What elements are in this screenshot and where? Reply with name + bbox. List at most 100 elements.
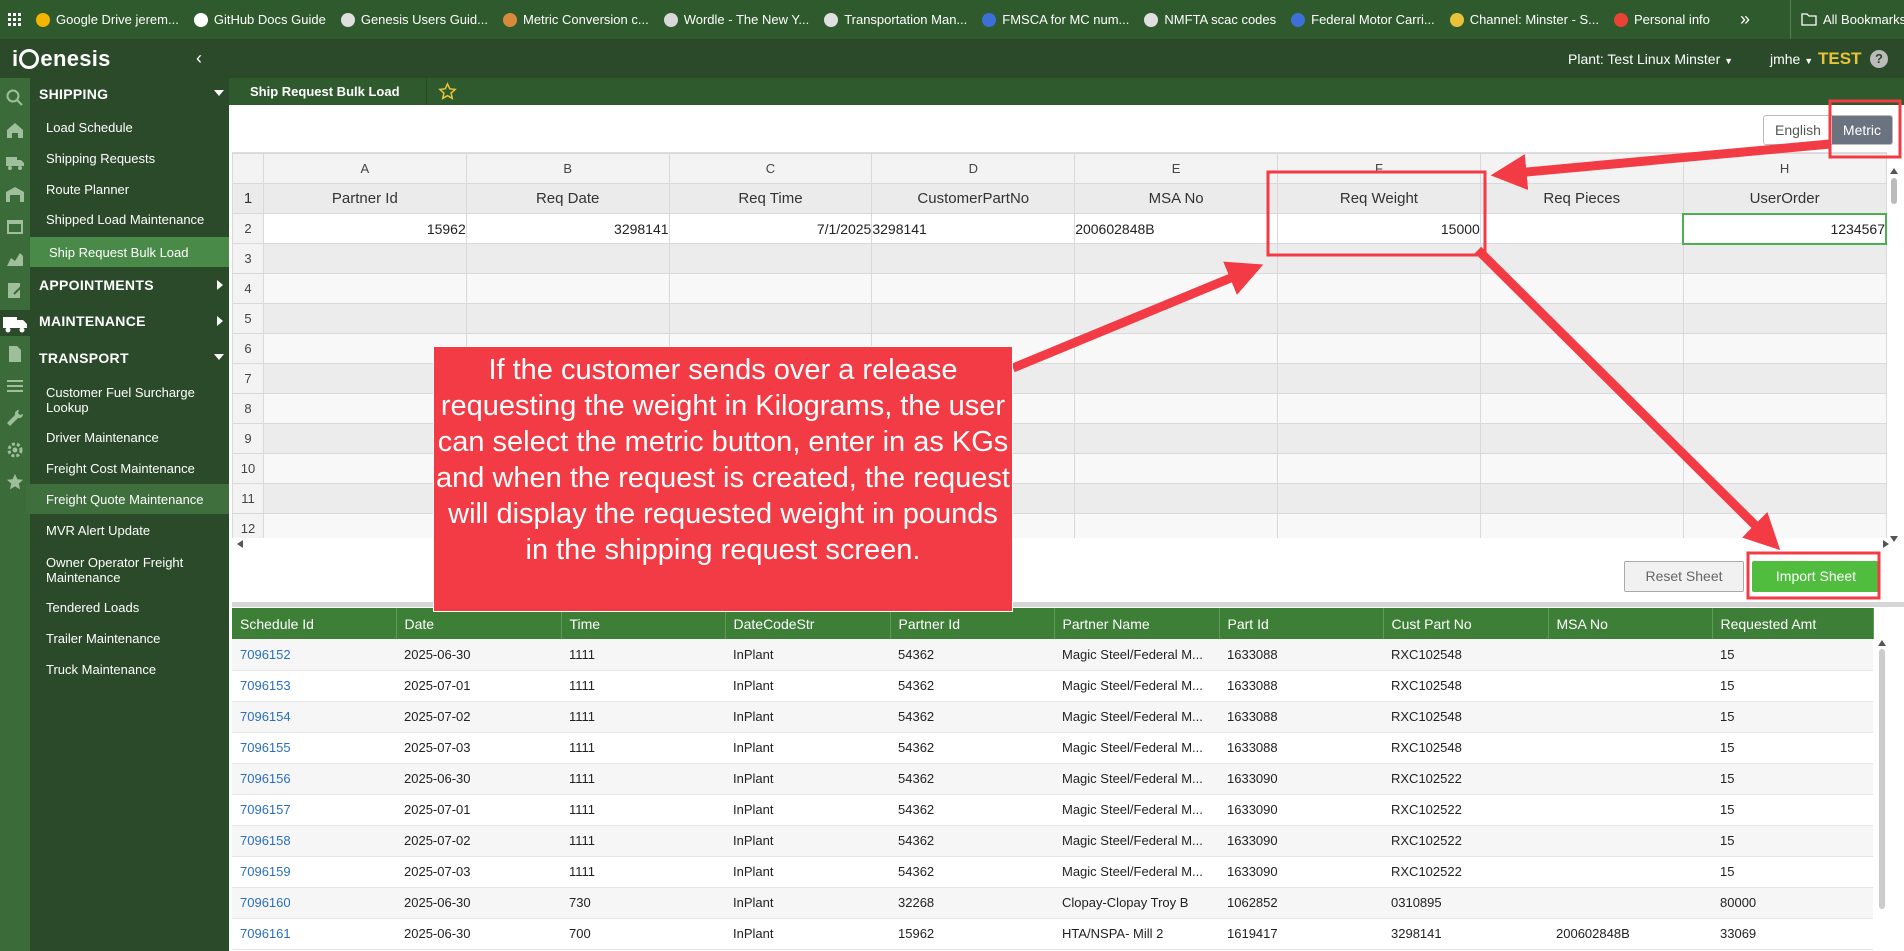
sheet-cell[interactable]: 7/1/2025 — [668, 213, 873, 244]
row-number[interactable]: 1 — [232, 183, 264, 214]
schedule-id-link[interactable]: 7096158 — [240, 833, 291, 848]
sheet-cell[interactable] — [262, 273, 467, 304]
sidebar-item-freight-cost-maintenance[interactable]: Freight Cost Maintenance — [30, 461, 229, 476]
sheet-header-cell[interactable]: Req Pieces — [1479, 183, 1684, 214]
sidebar-item-freight-quote-maintenance[interactable]: Freight Quote Maintenance — [26, 484, 229, 514]
sheet-cell[interactable] — [1074, 273, 1279, 304]
favorite-star-icon[interactable] — [438, 82, 457, 101]
table-row[interactable]: 7096158 2025-07-02 1111 InPlant 54362 Magic S… — [232, 825, 1873, 857]
grid-header-time[interactable]: Time — [561, 608, 726, 639]
sidebar-section-shipping[interactable]: SHIPPING — [39, 86, 224, 102]
sheet-cell[interactable] — [871, 243, 1076, 274]
column-header[interactable]: E — [1074, 153, 1279, 184]
bookmark-genesis-users-guid[interactable]: Genesis Users Guid... — [340, 12, 488, 27]
results-vertical-scrollbar[interactable] — [1878, 640, 1886, 951]
sidebar-item-load-schedule[interactable]: Load Schedule — [30, 120, 229, 138]
sheet-cell[interactable] — [1479, 363, 1684, 394]
metric-units-button[interactable]: Metric — [1831, 116, 1893, 144]
schedule-id-link[interactable]: 7096160 — [240, 895, 291, 910]
sheet-header-cell[interactable]: Req Time — [668, 183, 873, 214]
apps-grid-icon[interactable] — [4, 9, 26, 31]
bookmark-channel-minster-s[interactable]: Channel: Minster - S... — [1449, 12, 1599, 27]
all-bookmarks-button[interactable]: All Bookmarks — [1790, 0, 1904, 39]
grid-header-datecodestr[interactable]: DateCodeStr — [725, 608, 891, 639]
sidebar-section-transport[interactable]: TRANSPORT — [39, 350, 224, 366]
column-header[interactable]: H — [1682, 153, 1887, 184]
grid-header-cust-part-no[interactable]: Cust Part No — [1383, 608, 1549, 639]
sheet-cell[interactable] — [1682, 423, 1887, 454]
row-number[interactable]: 3 — [232, 243, 264, 274]
sheet-cell[interactable] — [1479, 243, 1684, 274]
import-sheet-button[interactable]: Import Sheet — [1752, 561, 1880, 592]
sheet-cell[interactable] — [668, 243, 873, 274]
sidebar-item-shipped-load-maintenance[interactable]: Shipped Load Maintenance — [30, 212, 229, 230]
sidebar-item-owner-operator-freight-maintenance[interactable]: Owner Operator Freight Maintenance — [30, 555, 210, 585]
column-header[interactable]: F — [1277, 153, 1481, 184]
sheet-cell[interactable] — [465, 303, 670, 334]
schedule-id-link[interactable]: 7096152 — [240, 647, 291, 662]
sheet-cell[interactable] — [1479, 393, 1684, 424]
sheet-cell[interactable] — [1277, 273, 1481, 304]
plant-selector[interactable]: Plant: Test Linux Minster ▼ — [1568, 51, 1733, 67]
bookmark-personal-info[interactable]: Personal info — [1614, 12, 1710, 27]
help-icon[interactable]: ? — [1870, 50, 1888, 68]
sheet-cell[interactable] — [1277, 303, 1481, 334]
warehouse-icon[interactable] — [5, 184, 25, 204]
sheet-header-cell[interactable]: Partner Id — [262, 183, 467, 214]
sheet-cell[interactable]: 3298141 — [871, 213, 1076, 244]
sheet-header-cell[interactable]: Req Weight — [1277, 183, 1481, 214]
sidebar-section-appointments[interactable]: APPOINTMENTS — [39, 277, 224, 293]
wrench-icon[interactable] — [5, 408, 25, 428]
sheet-cell[interactable] — [1277, 513, 1481, 538]
sheet-cell[interactable]: 15962 — [262, 213, 467, 244]
sheet-cell[interactable] — [871, 273, 1076, 304]
edit-icon[interactable] — [5, 280, 25, 300]
schedule-id-link[interactable]: 7096153 — [240, 678, 291, 693]
bookmark-nmfta-scac-codes[interactable]: NMFTA scac codes — [1144, 12, 1276, 27]
transport-truck-icon[interactable] — [0, 310, 30, 336]
grid-header-requested-amt[interactable]: Requested Amt — [1712, 608, 1874, 639]
sheet-cell[interactable] — [1479, 333, 1684, 364]
column-header[interactable]: A — [262, 153, 467, 184]
sheet-cell[interactable] — [262, 303, 467, 334]
sheet-cell[interactable]: 3298141 — [465, 213, 670, 244]
sidebar-item-customer-fuel-surcharge-lookup[interactable]: Customer Fuel Surcharge Lookup — [30, 385, 210, 415]
sheet-cell[interactable] — [871, 303, 1076, 334]
schedule-id-link[interactable]: 7096159 — [240, 864, 291, 879]
sheet-cell[interactable] — [1074, 453, 1279, 484]
column-header[interactable]: B — [465, 153, 670, 184]
sheet-cell[interactable] — [1682, 483, 1887, 514]
table-row[interactable]: 7096161 2025-06-30 700 InPlant 15962 HTA/NSPA… — [232, 918, 1873, 950]
sheet-cell[interactable] — [1479, 513, 1684, 538]
schedule-id-link[interactable]: 7096155 — [240, 740, 291, 755]
sheet-cell[interactable] — [1479, 483, 1684, 514]
sheet-cell[interactable] — [1682, 273, 1887, 304]
schedule-id-link[interactable]: 7096161 — [240, 926, 291, 941]
row-number[interactable]: 11 — [232, 483, 264, 514]
bookmark-transportation-man[interactable]: Transportation Man... — [824, 12, 967, 27]
sheet-cell[interactable] — [1277, 423, 1481, 454]
sidebar-section-maintenance[interactable]: MAINTENANCE — [39, 313, 224, 329]
table-row[interactable]: 7096156 2025-06-30 1111 InPlant 54362 Magic S… — [232, 763, 1873, 795]
collapse-sidebar-icon[interactable]: ‹ — [196, 48, 202, 69]
document-icon[interactable] — [5, 344, 25, 364]
sidebar-item-trailer-maintenance[interactable]: Trailer Maintenance — [30, 631, 229, 646]
sheet-cell[interactable] — [1074, 363, 1279, 394]
sheet-cell[interactable] — [1479, 213, 1684, 244]
schedule-id-link[interactable]: 7096154 — [240, 709, 291, 724]
reset-sheet-button[interactable]: Reset Sheet — [1624, 561, 1744, 592]
sidebar-item-tendered-loads[interactable]: Tendered Loads — [30, 600, 229, 615]
column-header[interactable]: D — [871, 153, 1076, 184]
row-number[interactable]: 5 — [232, 303, 264, 334]
chart-icon[interactable] — [5, 248, 25, 268]
sheet-header-cell[interactable]: CustomerPartNo — [871, 183, 1076, 214]
sheet-cell[interactable] — [1682, 393, 1887, 424]
sidebar-item-mvr-alert-update[interactable]: MVR Alert Update — [30, 523, 229, 538]
sheet-cell[interactable] — [1074, 303, 1279, 334]
row-number[interactable]: 2 — [232, 213, 264, 244]
corner-cell[interactable] — [232, 153, 264, 184]
grid-header-msa-no[interactable]: MSA No — [1548, 608, 1713, 639]
sidebar-item-route-planner[interactable]: Route Planner — [30, 182, 229, 200]
sheet-cell[interactable] — [1074, 513, 1279, 538]
calendar-icon[interactable] — [5, 216, 25, 236]
